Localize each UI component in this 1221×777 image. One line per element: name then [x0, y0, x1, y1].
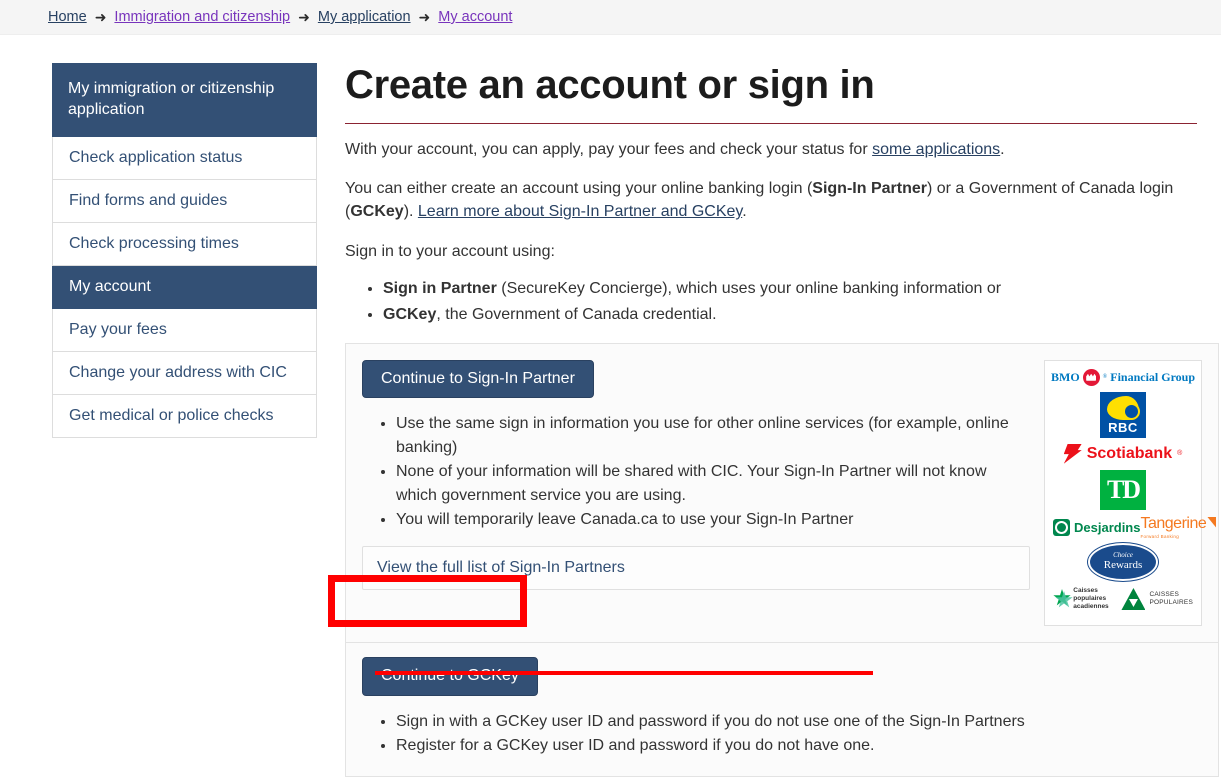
tangerine-tagline: Forward Banking: [1140, 533, 1180, 539]
intro-2-bold-signin-partner: Sign-In Partner: [812, 180, 927, 198]
intro-1-text: With your account, you can apply, pay yo…: [345, 141, 873, 158]
list-item: None of your information will be shared …: [396, 460, 1030, 507]
caisses-populaires-acadiennes-logo: Caisses populaires acadiennes: [1053, 587, 1121, 611]
intro-1-tail: .: [1000, 141, 1005, 158]
desjardins-tangerine-row: Desjardins Tangerine Forward Banking: [1051, 515, 1217, 539]
star-shape-b: [1055, 590, 1073, 608]
caisses-line1: CAISSES: [1149, 590, 1180, 598]
signin-partner-panel: Continue to Sign-In Partner Use the same…: [345, 342, 1219, 644]
acadiennes-line2: acadiennes: [1073, 603, 1109, 610]
caisses-populaires-logo: CAISSES POPULAIRES: [1121, 587, 1193, 610]
acadiennes-line1: Caisses populaires: [1073, 586, 1107, 602]
bmo-wordmark: BMO: [1051, 369, 1080, 384]
sidebar-item-check-processing-times[interactable]: Check processing times: [52, 222, 317, 266]
bmo-roundel-icon: [1082, 368, 1100, 386]
some-applications-link[interactable]: some applications: [872, 141, 1000, 158]
list-item: Use the same sign in information you use…: [396, 412, 1030, 459]
rbc-lion-globe-icon: [1107, 395, 1140, 420]
bmo-financial-group-text: Financial Group: [1110, 369, 1196, 384]
sidebar-item-my-account[interactable]: My account: [52, 265, 317, 309]
td-logo-row: TD: [1051, 469, 1195, 510]
intro-2-pre: You can either create an account using y…: [345, 180, 813, 198]
choice-rewards-logo: Choice Rewards: [1088, 542, 1158, 581]
breadcrumb-arrow-icon: ➜: [94, 9, 107, 25]
sidebar: My immigration or citizenship applicatio…: [52, 63, 317, 777]
intro-2-end: .: [742, 203, 747, 221]
desjardins-logo: Desjardins: [1053, 518, 1141, 536]
list-item: Sign in Partner (SecureKey Concierge), w…: [383, 277, 1197, 301]
td-logo: TD: [1100, 469, 1146, 510]
breadcrumb-item-my-application[interactable]: My application: [318, 9, 411, 25]
bmo-logo-row: BMO ® Financial Group: [1051, 368, 1196, 386]
desjardins-mark-icon: [1053, 518, 1070, 536]
registered-trademark-icon: ®: [1177, 450, 1183, 458]
bank-logo-box: BMO ® Financial Group RBC Scotiabank ® T…: [1044, 359, 1217, 627]
sidebar-item-check-application-status[interactable]: Check application status: [52, 136, 317, 180]
sidebar-item-find-forms-and-guides[interactable]: Find forms and guides: [52, 179, 317, 223]
view-full-list-of-signin-partners-accordion[interactable]: View the full list of Sign-In Partners: [362, 545, 1030, 590]
desjardins-wordmark: Desjardins: [1074, 519, 1141, 535]
main-content: Create an account or sign in With your a…: [345, 63, 1219, 777]
sidebar-item-change-your-address-with-cic[interactable]: Change your address with CIC: [52, 351, 317, 395]
td-wordmark: TD: [1106, 474, 1141, 504]
signin-partner-panel-left: Continue to Sign-In Partner Use the same…: [362, 359, 1044, 626]
gckey-bullet-register: Register for a GCKey user ID and passwor…: [396, 734, 1202, 758]
intro-paragraph-1: With your account, you can apply, pay yo…: [345, 138, 1197, 161]
scotiabank-s-icon: [1063, 443, 1082, 464]
breadcrumb-arrow-icon: ➜: [418, 9, 431, 25]
signin-partner-logos: BMO ® Financial Group RBC Scotiabank ® T…: [1044, 359, 1217, 627]
sidebar-item-pay-your-fees[interactable]: Pay your fees: [52, 308, 317, 352]
gckey-panel: Continue to GCKey Sign in with a GCKey u…: [345, 643, 1219, 777]
intro-2-post: ).: [403, 203, 418, 221]
acadiennes-wordmark: Caisses populaires acadiennes: [1073, 587, 1121, 611]
breadcrumb-item-home[interactable]: Home: [48, 9, 87, 25]
breadcrumb-arrow-icon: ➜: [298, 9, 310, 25]
continue-to-gckey-button[interactable]: Continue to GCKey: [362, 657, 538, 696]
choice-text: Choice: [1113, 551, 1133, 560]
scotiabank-logo-row: Scotiabank ®: [1051, 443, 1195, 464]
registered-trademark-icon: ®: [1102, 374, 1108, 381]
signin-bullet-0-rest: (SecureKey Concierge), which uses your o…: [496, 279, 1002, 297]
breadcrumb: Home ➜ Immigration and citizenship ➜ My …: [48, 9, 512, 25]
caisses-row: Caisses populaires acadiennes CAISSES PO…: [1051, 587, 1195, 611]
breadcrumb-band: Home ➜ Immigration and citizenship ➜ My …: [0, 0, 1221, 35]
scotiabank-logo: Scotiabank ®: [1063, 443, 1183, 464]
choice-rewards-logo-row: Choice Rewards: [1051, 542, 1195, 581]
tangerine-wordmark-row: Tangerine: [1140, 514, 1217, 532]
signin-bullet-1-bold: GCKey: [383, 305, 437, 323]
sidebar-item-get-medical-or-police-checks[interactable]: Get medical or police checks: [52, 394, 317, 438]
breadcrumb-item-immigration-and-citizenship[interactable]: Immigration and citizenship: [114, 9, 290, 25]
bmo-logo: BMO ® Financial Group: [1051, 368, 1196, 386]
caisses-wordmark: CAISSES POPULAIRES: [1149, 591, 1193, 608]
signin-bullet-0-bold: Sign in Partner: [383, 279, 497, 297]
continue-to-signin-partner-button[interactable]: Continue to Sign-In Partner: [362, 359, 594, 399]
tangerine-logo: Tangerine Forward Banking: [1140, 514, 1217, 539]
caisses-line2: POPULAIRES: [1149, 598, 1193, 606]
page-body: My immigration or citizenship applicatio…: [0, 35, 1221, 777]
rewards-text: Rewards: [1103, 559, 1143, 572]
list-item: GCKey, the Government of Canada credenti…: [383, 303, 1197, 327]
tangerine-wordmark: Tangerine: [1140, 514, 1207, 532]
rbc-wordmark: RBC: [1108, 419, 1138, 435]
list-item: You will temporarily leave Canada.ca to …: [396, 508, 1030, 532]
signin-bullet-1-rest: , the Government of Canada credential.: [436, 305, 717, 323]
acadiennes-star-icon: [1053, 588, 1073, 609]
gckey-bullets: Sign in with a GCKey user ID and passwor…: [362, 710, 1202, 758]
breadcrumb-item-my-account[interactable]: My account: [438, 9, 512, 25]
tangerine-flag-icon: [1207, 516, 1217, 528]
intro-2-bold-gckey: GCKey: [350, 203, 404, 221]
caisses-triangle-icon: [1121, 587, 1146, 610]
gckey-bullet-signin: Sign in with a GCKey user ID and passwor…: [396, 710, 1202, 734]
sidebar-heading: My immigration or citizenship applicatio…: [52, 63, 317, 137]
intro-paragraph-2: You can either create an account using y…: [345, 177, 1197, 223]
signin-lead-text: Sign in to your account using:: [345, 242, 555, 260]
signin-method-list: Sign in Partner (SecureKey Concierge), w…: [345, 277, 1197, 327]
signin-partner-bullets: Use the same sign in information you use…: [362, 412, 1030, 532]
page-title: Create an account or sign in: [345, 63, 875, 107]
rbc-logo: RBC: [1100, 391, 1146, 438]
rbc-logo-row: RBC: [1051, 391, 1195, 438]
learn-more-signin-partner-gckey-link[interactable]: Learn more about Sign-In Partner and GCK…: [418, 203, 742, 220]
scotiabank-wordmark: Scotiabank: [1086, 444, 1173, 462]
title-divider: [345, 123, 1197, 124]
